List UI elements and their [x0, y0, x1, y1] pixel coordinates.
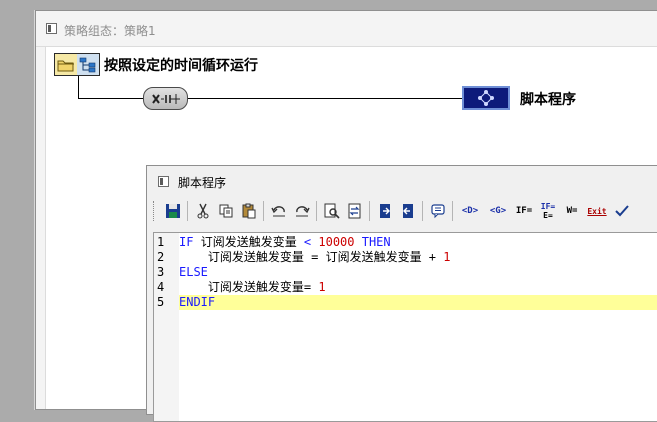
script-icon [478, 90, 494, 106]
window-icon [158, 176, 169, 187]
code-text: IF 订阅发送触发变量 < 10000 THEN [179, 235, 391, 250]
if-else-button[interactable]: IF= E= [537, 200, 559, 222]
toolbar-separator [422, 201, 423, 221]
toolbar-grip[interactable] [153, 201, 157, 221]
number-token: 10000 [318, 235, 355, 249]
start-node-label: 按照设定的时间循环运行 [104, 58, 258, 74]
timer-start-node[interactable] [54, 53, 100, 76]
number-token: 1 [443, 250, 451, 264]
code-text: ELSE [179, 265, 208, 280]
indent-icon[interactable] [374, 200, 395, 222]
script-editor-window: 脚本程序 <D> <G> IF= IF= E= W= Exit 1 IF 订阅发… [146, 165, 657, 422]
if-then-button[interactable]: IF= [513, 200, 535, 222]
keyword-token: THEN [354, 235, 391, 249]
folder-icon [55, 54, 77, 75]
identifier-token: 订阅发送触发变量 = 订阅发送触发变量 + [179, 250, 444, 264]
outdent-icon[interactable] [397, 200, 418, 222]
keyword-token: < [303, 235, 319, 249]
number-token: 1 [318, 280, 326, 294]
scissors-icon[interactable] [192, 200, 213, 222]
condition-node[interactable] [143, 87, 188, 110]
line-number: 2 [157, 250, 165, 264]
flow-connector [78, 76, 79, 98]
toolbar-separator [187, 201, 188, 221]
magnifier-icon[interactable] [321, 200, 342, 222]
data-object-button[interactable]: <D> [457, 200, 483, 222]
paste-icon[interactable] [238, 200, 259, 222]
comment-icon[interactable] [427, 200, 448, 222]
code-editor[interactable]: 1 IF 订阅发送触发变量 < 10000 THEN 2 订阅发送触发变量 = 订阅… [153, 232, 657, 422]
flow-tree-icon [77, 54, 99, 75]
toolbar-separator [369, 201, 370, 221]
exit-button[interactable]: Exit [585, 200, 609, 222]
copy-icon[interactable] [215, 200, 236, 222]
code-line[interactable]: 4 订阅发送触发变量= 1 [154, 280, 657, 295]
toolbar-separator [316, 201, 317, 221]
line-number: 4 [157, 280, 165, 294]
identifier-token: 订阅发送触发变量 [200, 235, 304, 249]
window-icon [46, 23, 57, 34]
script-node-label: 脚本程序 [520, 92, 576, 108]
check-icon[interactable] [611, 200, 632, 222]
script-node[interactable] [462, 86, 510, 110]
flow-connector [78, 98, 463, 99]
line-number: 3 [157, 265, 165, 279]
script-window-title: 脚本程序 [178, 176, 227, 190]
line-number: 5 [157, 295, 165, 309]
line-number: 1 [157, 235, 165, 249]
global-object-button[interactable]: <G> [485, 200, 511, 222]
strategy-window-title: 策略组态：策略1 [64, 24, 156, 38]
code-text: ENDIF [179, 295, 657, 310]
while-button[interactable]: W= [561, 200, 583, 222]
keyword-token: IF [179, 235, 201, 249]
keyword-token: ENDIF [179, 295, 216, 309]
identifier-token: 订阅发送触发变量= [179, 280, 319, 294]
window-frame [36, 47, 46, 409]
toolbar-separator [452, 201, 453, 221]
code-text: 订阅发送触发变量= 1 [179, 280, 326, 295]
code-line[interactable]: 1 IF 订阅发送触发变量 < 10000 THEN [154, 235, 657, 250]
strategy-window-titlebar[interactable]: 策略组态：策略1 [36, 11, 657, 47]
code-line[interactable]: 3 ELSE [154, 265, 657, 280]
code-line[interactable]: 5 ENDIF [154, 295, 657, 310]
toolbar-separator [263, 201, 264, 221]
replace-icon[interactable] [344, 200, 365, 222]
code-line[interactable]: 2 订阅发送触发变量 = 订阅发送触发变量 + 1 [154, 250, 657, 265]
script-window-titlebar[interactable]: 脚本程序 [147, 166, 657, 194]
redo-icon[interactable] [291, 200, 312, 222]
code-text: 订阅发送触发变量 = 订阅发送触发变量 + 1 [179, 250, 451, 265]
script-toolbar: <D> <G> IF= IF= E= W= Exit [151, 196, 657, 226]
floppy-icon[interactable] [162, 200, 183, 222]
undo-icon[interactable] [268, 200, 289, 222]
keyword-token: ELSE [179, 265, 208, 279]
condition-icon [151, 93, 180, 104]
